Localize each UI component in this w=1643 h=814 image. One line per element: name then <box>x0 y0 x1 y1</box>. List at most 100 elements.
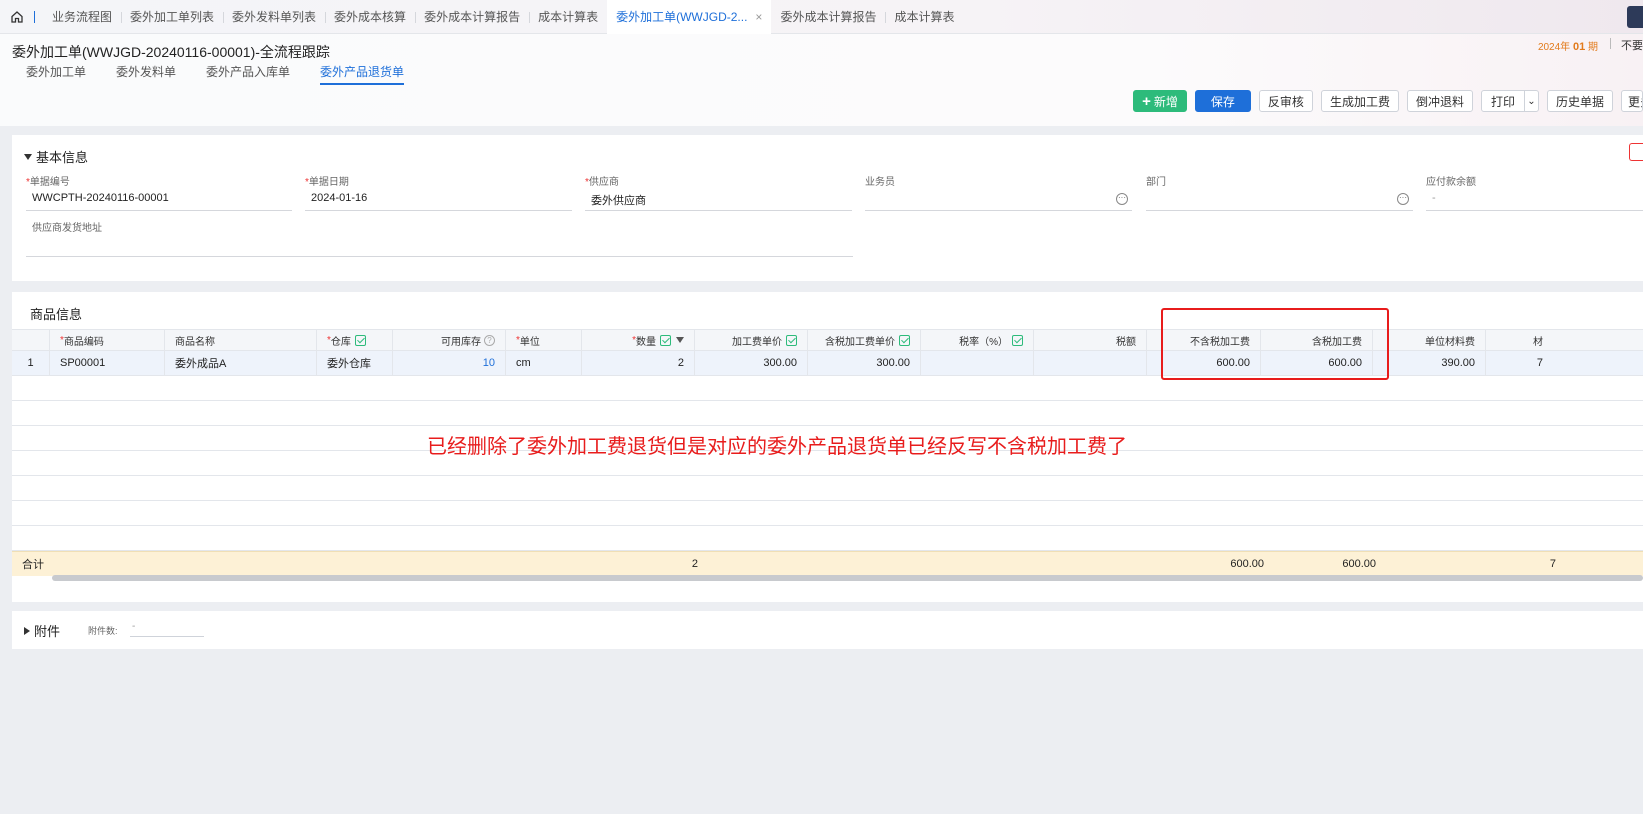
column-header[interactable]: 税率（%） <box>921 330 1034 350</box>
field-label: 部门 <box>1146 177 1166 188</box>
table-row[interactable] <box>12 501 1643 526</box>
page-header: 委外加工单(WWJGD-20240116-00001)-全流程跟踪 2024年 … <box>0 34 1643 126</box>
total-fee-incl-tax: 600.00 <box>1342 558 1376 570</box>
supplier-input[interactable]: 委外供应商 <box>585 192 852 211</box>
section-title: 基本信息 <box>36 150 89 165</box>
product-info-section: 商品信息 * 商品编码 商品名称 * 仓库 可用库存? * 单位 * 数量 加工费单价 … <box>12 292 1643 602</box>
batch-edit-icon[interactable] <box>786 334 797 346</box>
history-button[interactable]: 历史单据 <box>1546 90 1613 112</box>
search-icon[interactable] <box>1627 6 1643 28</box>
plus-icon: + <box>1142 92 1151 110</box>
subtab-receipt[interactable]: 委外产品入库单 <box>206 63 290 85</box>
field-label: 业务员 <box>865 177 895 188</box>
more-button[interactable]: 更多 <box>1621 90 1643 112</box>
department-input[interactable]: ··· <box>1146 192 1413 211</box>
column-header[interactable]: 可用库存? <box>393 330 506 350</box>
tab-cost-report-2[interactable]: 委外成本计算报告 <box>771 0 885 34</box>
table-row[interactable] <box>12 401 1643 426</box>
tab-order-list[interactable]: 委外加工单列表 <box>121 0 223 34</box>
doc-number-input[interactable]: WWCPTH-20240116-00001 <box>26 192 292 211</box>
tab-cost-table[interactable]: 成本计算表 <box>529 0 607 34</box>
row-number: 1 <box>12 351 50 375</box>
horizontal-scrollbar[interactable] <box>52 575 1643 581</box>
reverse-return-button[interactable]: 倒冲退料 <box>1406 90 1473 112</box>
table-row[interactable]: 1 SP00001 委外成品A 委外仓库 10 cm 2 300.00 300.… <box>12 351 1643 376</box>
basic-info-toggle[interactable]: 基本信息 <box>24 147 88 166</box>
batch-edit-icon[interactable] <box>899 334 910 346</box>
column-header[interactable]: * 单位 <box>506 330 582 350</box>
sub-tabs: 委外加工单 委外发料单 委外产品入库单 委外产品退货单 <box>26 63 405 85</box>
table-row[interactable] <box>12 526 1643 551</box>
column-header[interactable]: 税额 <box>1034 330 1147 350</box>
tab-flowchart[interactable]: 业务流程图 <box>43 0 121 34</box>
period-number: 01 <box>1572 41 1586 53</box>
doc-date-field: *单据日期 2024-01-16 <box>305 173 572 211</box>
tab-label: 委外发料单列表 <box>232 10 317 24</box>
tab-label: 委外成本计算报告 <box>424 10 521 24</box>
batch-edit-icon[interactable] <box>354 334 366 346</box>
print-button[interactable]: 打印 ⌄ <box>1480 90 1539 112</box>
section-title: 附件 <box>34 624 61 639</box>
attachment-toggle[interactable]: 附件 <box>24 621 60 640</box>
column-header[interactable]: 单位材料费 <box>1373 330 1486 350</box>
column-header[interactable]: * 商品编码 <box>50 330 165 350</box>
tab-cost-report[interactable]: 委外成本计算报告 <box>415 0 529 34</box>
close-icon[interactable]: × <box>755 10 762 24</box>
total-fee-excl-tax: 600.00 <box>1230 558 1264 570</box>
product-code-cell[interactable]: SP00001 <box>50 351 165 375</box>
generate-fee-button[interactable]: 生成加工费 <box>1320 90 1399 112</box>
material-cell[interactable]: 7 <box>1486 351 1553 375</box>
more-options-icon[interactable]: ··· <box>1397 193 1409 205</box>
period-indicator: 2024年 01 期 <box>1538 38 1598 53</box>
column-header[interactable]: 加工费单价 <box>695 330 808 350</box>
quantity-cell[interactable]: 2 <box>582 351 695 375</box>
field-label: 应付款余额 <box>1426 177 1476 188</box>
home-icon[interactable] <box>0 0 34 34</box>
total-row: 合计 2 600.00 600.00 7 <box>12 551 1643 576</box>
header-right-text[interactable]: 不要 <box>1621 37 1643 53</box>
salesman-input[interactable]: ··· <box>865 192 1132 211</box>
table-row[interactable] <box>12 476 1643 501</box>
tab-issue-list[interactable]: 委外发料单列表 <box>223 0 325 34</box>
payable-balance-field: 应付款余额 - <box>1426 173 1643 211</box>
more-options-icon[interactable]: ··· <box>1116 193 1128 205</box>
tax-amount-cell[interactable] <box>1034 351 1147 375</box>
tab-outsource-order[interactable]: 委外加工单(WWJGD-2... × <box>607 0 772 34</box>
unit-cell[interactable]: cm <box>506 351 582 375</box>
column-header[interactable]: 含税加工费单价 <box>808 330 921 350</box>
subtab-return[interactable]: 委外产品退货单 <box>320 63 405 85</box>
stamp-icon[interactable] <box>1629 143 1643 161</box>
product-name-cell[interactable]: 委外成品A <box>165 351 317 375</box>
table-row[interactable] <box>12 376 1643 401</box>
help-icon[interactable]: ? <box>484 334 495 346</box>
filter-icon[interactable] <box>676 337 684 343</box>
doc-date-input[interactable]: 2024-01-16 <box>305 192 572 211</box>
available-stock-cell[interactable]: 10 <box>393 351 506 375</box>
basic-info-section: 基本信息 *单据编号 WWCPTH-20240116-00001 *单据日期 2… <box>12 135 1643 281</box>
add-button[interactable]: + 新增 <box>1133 90 1187 112</box>
warehouse-cell[interactable]: 委外仓库 <box>317 351 393 375</box>
subtab-issue[interactable]: 委外发料单 <box>116 63 176 85</box>
batch-edit-icon[interactable] <box>660 334 671 346</box>
column-header[interactable]: 材 <box>1486 330 1553 350</box>
supplier-address-input[interactable] <box>26 238 853 257</box>
column-header[interactable]: * 仓库 <box>317 330 393 350</box>
material-unit-cost-cell[interactable]: 390.00 <box>1373 351 1486 375</box>
tab-cost-accounting[interactable]: 委外成本核算 <box>325 0 415 34</box>
column-header[interactable]: * 数量 <box>582 330 695 350</box>
period-year: 2024年 <box>1537 42 1571 53</box>
print-label: 打印 <box>1490 94 1515 109</box>
save-button[interactable]: 保存 <box>1194 90 1251 112</box>
batch-edit-icon[interactable] <box>1012 334 1023 346</box>
tax-rate-cell[interactable] <box>921 351 1034 375</box>
unaudit-button[interactable]: 反审核 <box>1258 90 1313 112</box>
fee-unit-price-incl-tax-cell[interactable]: 300.00 <box>808 351 921 375</box>
attachment-count-value: - <box>130 621 204 637</box>
fee-unit-price-cell[interactable]: 300.00 <box>695 351 808 375</box>
subtab-outsource-order[interactable]: 委外加工单 <box>26 63 86 85</box>
chevron-down-icon[interactable]: ⌄ <box>1523 91 1538 111</box>
department-field: 部门 ··· <box>1146 173 1413 211</box>
tab-cost-table-2[interactable]: 成本计算表 <box>885 0 963 34</box>
column-header[interactable]: 商品名称 <box>165 330 317 350</box>
